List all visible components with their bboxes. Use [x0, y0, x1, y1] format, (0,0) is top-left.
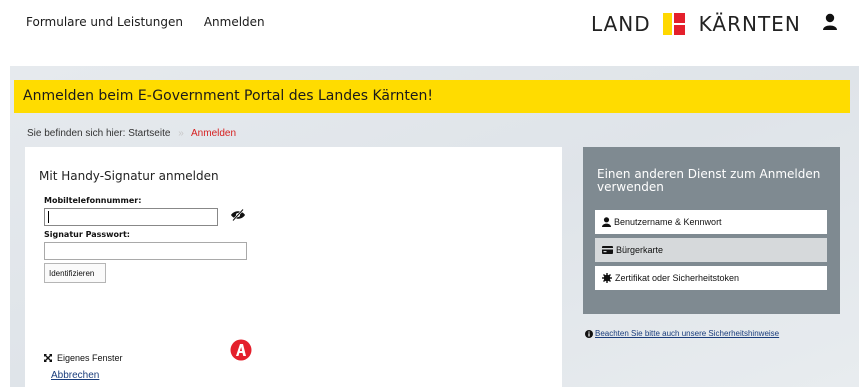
option-label: Benutzername & Kennwort	[614, 217, 722, 227]
phone-input[interactable]	[44, 208, 218, 226]
option-citizen-card[interactable]: Bürgerkarte	[595, 238, 827, 262]
breadcrumb: Sie befinden sich hier: Startseite » Anm…	[27, 128, 236, 139]
security-hint-label: Beachten Sie bitte auch unsere Sicherhei…	[595, 329, 780, 338]
hide-visibility-icon[interactable]	[230, 209, 246, 221]
phone-label: Mobiltelefonnummer:	[44, 196, 142, 205]
option-certificate-token[interactable]: Zertifikat oder Sicherheitstoken	[595, 266, 827, 290]
other-service-title: Einen anderen Dienst zum Anmelden verwen…	[597, 167, 821, 194]
nav-link-login[interactable]: Anmelden	[204, 15, 265, 29]
identify-button[interactable]: Identifizieren	[44, 263, 106, 283]
password-input[interactable]	[44, 242, 247, 260]
user-account-icon[interactable]	[822, 13, 838, 31]
info-icon	[585, 329, 593, 338]
page-banner: Anmelden beim E-Government Portal des La…	[14, 80, 850, 113]
option-label: Zertifikat oder Sicherheitstoken	[615, 273, 740, 283]
other-service-panel: Einen anderen Dienst zum Anmelden verwen…	[583, 147, 840, 314]
top-bar: Formulare und Leistungen Anmelden LAND K…	[0, 0, 859, 52]
a1-signature-logo	[230, 339, 252, 361]
security-hint-link[interactable]: Beachten Sie bitte auch unsere Sicherhei…	[585, 329, 779, 338]
card-icon	[602, 246, 613, 254]
text-caret	[48, 211, 49, 223]
brand-logo[interactable]: LAND KÄRNTEN	[591, 10, 801, 38]
password-label: Signatur Passwort:	[44, 230, 130, 239]
user-icon	[602, 217, 611, 227]
breadcrumb-separator: »	[178, 128, 184, 139]
breadcrumb-current: Anmelden	[191, 128, 237, 139]
cancel-link[interactable]: Abbrechen	[51, 370, 99, 381]
breadcrumb-home[interactable]: Startseite	[128, 128, 170, 139]
handy-signatur-panel: Mit Handy-Signatur anmelden Mobiltelefon…	[25, 147, 562, 387]
brand-text-kaernten: KÄRNTEN	[698, 12, 801, 36]
expand-icon	[44, 354, 52, 362]
own-window-toggle[interactable]: Eigenes Fenster	[44, 353, 123, 363]
option-username-password[interactable]: Benutzername & Kennwort	[595, 210, 827, 234]
breadcrumb-prefix: Sie befinden sich hier:	[27, 128, 126, 139]
own-window-label: Eigenes Fenster	[57, 353, 123, 363]
carinthia-flag-icon	[662, 13, 685, 35]
certificate-icon	[602, 273, 612, 283]
top-navigation: Formulare und Leistungen Anmelden	[26, 15, 282, 29]
brand-text-land: LAND	[591, 12, 651, 36]
option-label: Bürgerkarte	[616, 245, 664, 255]
nav-link-forms[interactable]: Formulare und Leistungen	[26, 15, 183, 29]
panel-title: Mit Handy-Signatur anmelden	[39, 169, 219, 183]
